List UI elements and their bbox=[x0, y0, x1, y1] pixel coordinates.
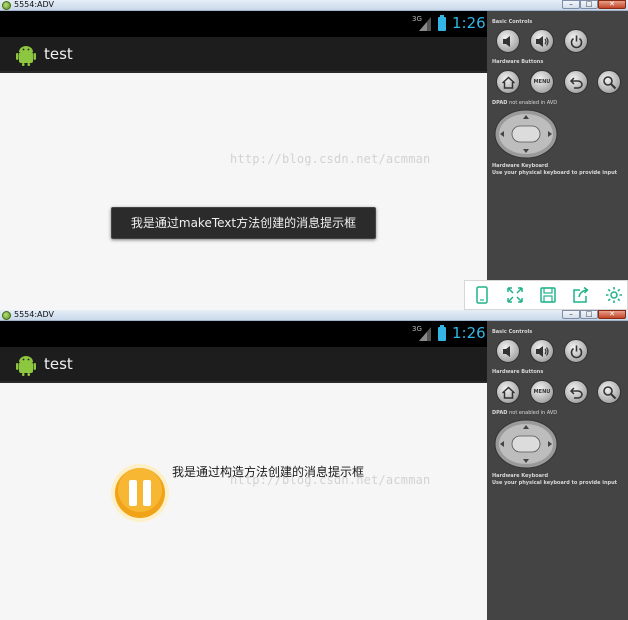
battery-icon bbox=[438, 325, 446, 341]
home-icon bbox=[501, 386, 516, 399]
volume-up-button[interactable] bbox=[530, 29, 554, 53]
power-button[interactable] bbox=[564, 339, 588, 363]
window-titlebar[interactable]: 5554:ADV – □ ✕ bbox=[0, 0, 628, 11]
menu-button[interactable]: MENU bbox=[530, 380, 554, 404]
home-button[interactable] bbox=[496, 380, 520, 404]
dpad-control[interactable] bbox=[494, 419, 558, 469]
volume-up-icon bbox=[536, 36, 549, 47]
activity-content: http://blog.csdn.net/acmman 我是通过构造方法创建的消… bbox=[0, 383, 487, 620]
hardware-buttons-label: Hardware Buttons bbox=[492, 369, 544, 375]
status-clock: 1:26 bbox=[452, 324, 486, 342]
emulator-control-panel: Basic Controls Hardware Buttons MENU DPA… bbox=[487, 11, 628, 310]
emulator-control-panel: Basic Controls Hardware Buttons MENU DPA… bbox=[487, 321, 628, 620]
volume-down-button[interactable] bbox=[496, 339, 520, 363]
emulator-window-2: 5554:ADV – □ ✕ 3G 1:26 test http://blog.… bbox=[0, 310, 628, 620]
hardware-buttons-label: Hardware Buttons bbox=[492, 59, 544, 65]
action-bar: test bbox=[0, 347, 487, 383]
window-titlebar[interactable]: 5554:ADV – □ ✕ bbox=[0, 310, 628, 321]
app-title: test bbox=[44, 355, 73, 373]
signal-icon bbox=[419, 17, 431, 31]
volume-down-icon bbox=[503, 346, 510, 357]
screenshot-tool-strip bbox=[464, 280, 628, 310]
hardware-keyboard-label: Hardware Keyboard bbox=[492, 163, 549, 169]
dpad-label: DPAD not enabled in AVD bbox=[492, 100, 558, 106]
search-button[interactable] bbox=[597, 70, 621, 94]
emulator-app-icon bbox=[2, 311, 11, 320]
emulator-app-icon bbox=[2, 1, 11, 10]
app-title: test bbox=[44, 45, 73, 63]
status-bar: 3G 1:26 bbox=[0, 11, 487, 37]
back-button[interactable] bbox=[564, 380, 588, 404]
minimize-button[interactable]: – bbox=[562, 310, 580, 319]
basic-controls-label: Basic Controls bbox=[492, 19, 533, 25]
power-icon bbox=[570, 35, 583, 49]
watermark: http://blog.csdn.net/acmman bbox=[230, 152, 431, 166]
status-clock: 1:26 bbox=[452, 14, 486, 32]
menu-button[interactable]: MENU bbox=[530, 70, 554, 94]
fullscreen-icon[interactable] bbox=[505, 285, 525, 305]
minimize-button[interactable]: – bbox=[562, 0, 580, 9]
keyboard-note: Use your physical keyboard to provide in… bbox=[492, 170, 618, 176]
dpad-control[interactable] bbox=[494, 109, 558, 159]
custom-toast-text: 我是通过构造方法创建的消息提示框 bbox=[172, 465, 365, 479]
signal-icon bbox=[419, 327, 431, 341]
android-launcher-icon bbox=[16, 46, 36, 66]
search-icon bbox=[603, 76, 617, 90]
home-icon bbox=[501, 76, 516, 89]
volume-down-button[interactable] bbox=[496, 29, 520, 53]
toast-text: 我是通过makeText方法创建的消息提示框 bbox=[130, 216, 357, 230]
close-button[interactable]: ✕ bbox=[598, 310, 626, 319]
back-icon bbox=[569, 77, 583, 89]
android-screen[interactable]: 3G 1:26 test http://blog.csdn.net/acmman… bbox=[0, 11, 487, 310]
save-icon[interactable] bbox=[538, 285, 558, 305]
share-icon[interactable] bbox=[571, 285, 591, 305]
maximize-button[interactable]: □ bbox=[580, 0, 598, 9]
volume-up-button[interactable] bbox=[530, 339, 554, 363]
pause-icon bbox=[111, 464, 169, 522]
window-title: 5554:ADV bbox=[14, 310, 55, 319]
battery-icon bbox=[438, 15, 446, 31]
dpad-label: DPAD not enabled in AVD bbox=[492, 410, 558, 416]
status-bar: 3G 1:26 bbox=[0, 321, 487, 347]
close-button[interactable]: ✕ bbox=[598, 0, 626, 9]
basic-controls-label: Basic Controls bbox=[492, 329, 533, 335]
custom-toast: 我是通过构造方法创建的消息提示框 bbox=[110, 463, 400, 525]
activity-content: http://blog.csdn.net/acmman 我是通过makeText… bbox=[0, 73, 487, 310]
volume-down-icon bbox=[503, 36, 510, 47]
phone-icon[interactable] bbox=[472, 285, 492, 305]
home-button[interactable] bbox=[496, 70, 520, 94]
power-icon bbox=[570, 345, 583, 359]
toast-message: 我是通过makeText方法创建的消息提示框 bbox=[111, 207, 376, 239]
emulator-window-1: 5554:ADV – □ ✕ 3G 1:26 test http://blog.… bbox=[0, 0, 628, 310]
menu-label: MENU bbox=[533, 389, 551, 395]
search-button[interactable] bbox=[597, 380, 621, 404]
menu-label: MENU bbox=[533, 79, 551, 85]
volume-up-icon bbox=[536, 346, 549, 357]
maximize-button[interactable]: □ bbox=[580, 310, 598, 319]
keyboard-note: Use your physical keyboard to provide in… bbox=[492, 480, 618, 486]
search-icon bbox=[603, 386, 617, 400]
window-title: 5554:ADV bbox=[14, 0, 55, 9]
back-icon bbox=[569, 387, 583, 399]
android-screen[interactable]: 3G 1:26 test http://blog.csdn.net/acmman bbox=[0, 321, 487, 620]
android-launcher-icon bbox=[16, 356, 36, 376]
power-button[interactable] bbox=[564, 29, 588, 53]
hardware-keyboard-label: Hardware Keyboard bbox=[492, 473, 549, 479]
back-button[interactable] bbox=[564, 70, 588, 94]
action-bar: test bbox=[0, 37, 487, 73]
settings-icon[interactable] bbox=[604, 285, 624, 305]
